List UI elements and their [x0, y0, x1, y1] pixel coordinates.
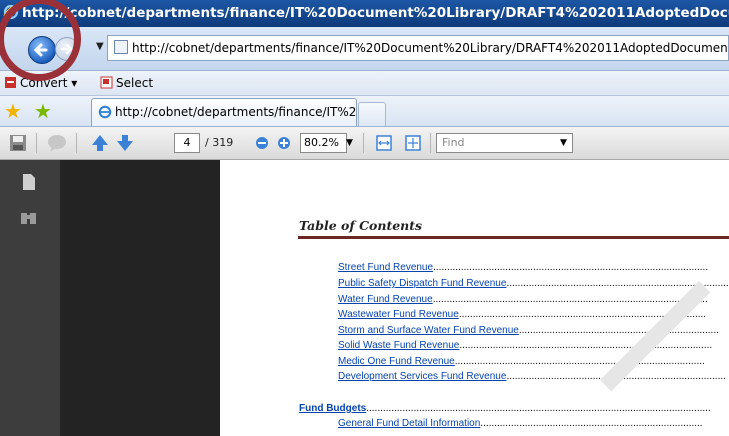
- toc-entry-label[interactable]: Development Services Fund Revenue: [338, 371, 506, 382]
- toc-entry-leader: ........................................…: [518, 325, 719, 336]
- fit-width-icon[interactable]: [374, 133, 394, 153]
- toc-entry-label[interactable]: Public Safety Dispatch Fund Revenue: [338, 278, 506, 289]
- toc-entry-leader: ........................................…: [432, 294, 708, 305]
- window-title: http://cobnet/departments/finance/IT%20D…: [22, 5, 729, 21]
- select-icon: [100, 76, 113, 89]
- select-label: Select: [116, 76, 154, 90]
- pdf-command-bar: Convert ▾ Select: [0, 71, 729, 96]
- toolbar-divider: [430, 133, 431, 153]
- toc-entry-leader: ........................................…: [366, 403, 711, 414]
- toc-entry-label[interactable]: Wastewater Fund Revenue: [338, 309, 459, 320]
- toc-entry-leader: ........................................…: [459, 340, 713, 351]
- comment-icon[interactable]: [46, 133, 68, 153]
- select-button[interactable]: Select: [100, 71, 153, 95]
- page-number-input[interactable]: 4: [174, 133, 200, 153]
- zoom-dropdown-icon[interactable]: ▼: [346, 133, 353, 153]
- zoom-in-icon[interactable]: [276, 133, 292, 153]
- page-icon: [114, 40, 128, 54]
- zoom-out-icon[interactable]: [254, 133, 270, 153]
- toc-entry[interactable]: Public Safety Dispatch Fund Revenue.....…: [338, 278, 729, 289]
- tab-label: http://cobnet/departments/finance/IT%2..…: [115, 105, 357, 119]
- toc-divider: [298, 236, 729, 239]
- previous-page-icon[interactable]: [90, 133, 110, 153]
- toolbar-divider: [363, 133, 364, 153]
- favorites-tab-bar: ★ ★ http://cobnet/departments/finance/IT…: [0, 96, 729, 127]
- fit-page-icon[interactable]: [403, 133, 423, 153]
- address-input[interactable]: http://cobnet/departments/finance/IT%20D…: [107, 35, 729, 61]
- toc-entry[interactable]: Street Fund Revenue.....................…: [338, 262, 708, 273]
- add-favorite-icon[interactable]: ★: [34, 101, 52, 121]
- document-viewer-background: [60, 160, 220, 436]
- tab-current[interactable]: http://cobnet/departments/finance/IT%2..…: [91, 98, 357, 126]
- toc-entry[interactable]: General Fund Detail Information.........…: [338, 418, 703, 429]
- toc-entry-label[interactable]: Medic One Fund Revenue: [338, 356, 455, 367]
- pdf-navigation-panel: [0, 160, 60, 436]
- next-page-icon[interactable]: [115, 133, 135, 153]
- toc-entry-label[interactable]: Street Fund Revenue: [338, 262, 433, 273]
- toc-entry[interactable]: Medic One Fund Revenue..................…: [338, 356, 705, 367]
- favorites-star-icon[interactable]: ★: [4, 101, 22, 121]
- address-bar-row: ▼ http://cobnet/departments/finance/IT%2…: [0, 27, 729, 71]
- toc-entry[interactable]: Development Services Fund Revenue.......…: [338, 371, 726, 382]
- toc-entry-leader: ........................................…: [454, 356, 705, 367]
- ie-tab-icon: [98, 105, 112, 119]
- toc-entry-leader: ........................................…: [433, 262, 709, 273]
- convert-icon: [5, 77, 16, 88]
- toolbar-divider: [76, 133, 77, 153]
- toc-entry-label[interactable]: Solid Waste Fund Revenue: [338, 340, 459, 351]
- new-tab-button[interactable]: [358, 102, 386, 126]
- toc-entry-label[interactable]: Water Fund Revenue: [338, 294, 433, 305]
- pdf-page[interactable]: Table of Contents Street Fund Revenue...…: [220, 160, 729, 436]
- pdf-toolbar: 4 / 319 80.2% ▼ Find ▼: [0, 127, 729, 160]
- toc-entry-label[interactable]: Storm and Surface Water Fund Revenue: [338, 325, 519, 336]
- toc-entry[interactable]: Wastewater Fund Revenue.................…: [338, 309, 706, 320]
- recent-pages-dropdown[interactable]: ▼: [96, 41, 104, 52]
- window-title-bar: http://cobnet/departments/finance/IT%20D…: [0, 0, 729, 27]
- toc-section-label[interactable]: Fund Budgets: [299, 403, 366, 414]
- toc-title: Table of Contents: [299, 218, 423, 233]
- save-icon[interactable]: [8, 133, 28, 153]
- pages-icon[interactable]: [21, 173, 37, 191]
- toc-entry[interactable]: Water Fund Revenue......................…: [338, 294, 708, 305]
- toc-entry-leader: ........................................…: [480, 418, 703, 429]
- page-total: / 319: [205, 136, 234, 149]
- toc-entry-label[interactable]: General Fund Detail Information: [338, 418, 480, 429]
- find-dropdown-icon[interactable]: ▼: [560, 133, 567, 153]
- toolbar-divider: [36, 133, 37, 153]
- attachments-icon[interactable]: [20, 210, 38, 226]
- find-input[interactable]: Find: [436, 133, 573, 153]
- zoom-level-field[interactable]: 80.2%: [300, 133, 347, 153]
- toc-section-fund-budgets[interactable]: Fund Budgets............................…: [299, 403, 711, 414]
- address-url: http://cobnet/departments/finance/IT%20D…: [132, 41, 729, 55]
